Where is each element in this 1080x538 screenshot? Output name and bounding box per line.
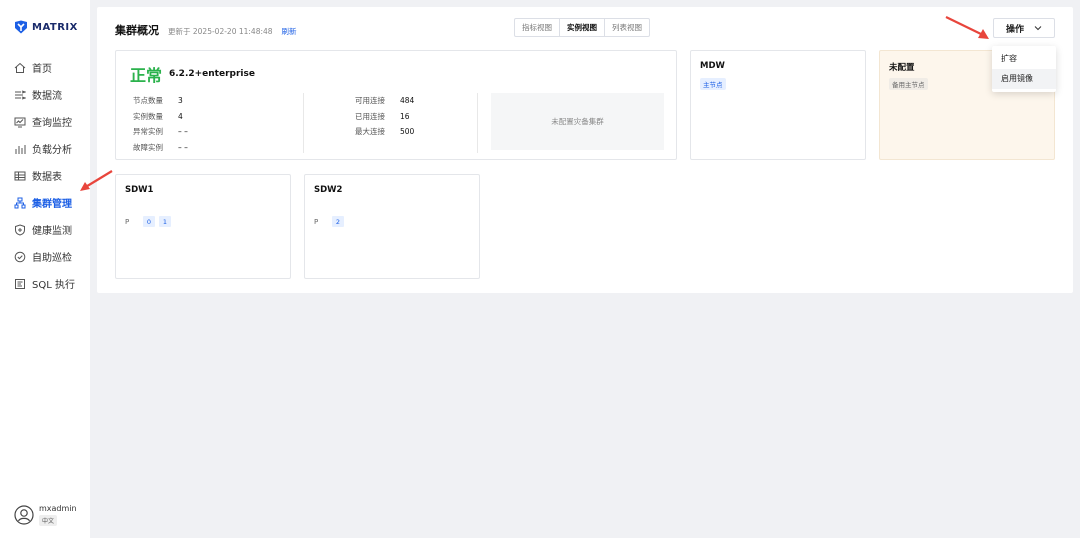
stat-label: 已用连接: [355, 111, 385, 121]
segment-chip[interactable]: 0: [143, 216, 155, 227]
role-badge: 主节点: [700, 78, 726, 90]
node-title: SDW1: [125, 185, 154, 195]
stat-value: 16: [400, 111, 410, 121]
user-profile[interactable]: mxadmin 中文: [14, 504, 77, 526]
menu-item-enable-mirror[interactable]: 启用镜像: [992, 69, 1056, 89]
operations-button-label: 操作: [1005, 24, 1024, 35]
check-circle-icon: [14, 251, 26, 262]
stat-value: – –: [178, 142, 188, 152]
cluster-status: 正常: [130, 66, 163, 85]
stat-row: 异常实例 – –: [133, 124, 188, 140]
stat-label: 节点数量: [133, 96, 163, 106]
sidebar-item-label: 健康监测: [32, 226, 72, 237]
language-switch[interactable]: 中文: [39, 515, 58, 526]
stat-row: 故障实例 – –: [133, 140, 188, 156]
stat-value: 3: [178, 96, 183, 106]
sidebar-item-label: SQL 执行: [32, 280, 75, 291]
sidebar-item-label: 数据流: [32, 91, 62, 102]
segment-role-label: P: [314, 217, 319, 226]
header: 集群概况 更新于 2025-02-20 11:48:48 刷新: [115, 22, 297, 38]
monitor-icon: [14, 117, 26, 127]
sidebar-item-label: 首页: [32, 64, 52, 75]
sidebar-item-load-analysis[interactable]: 负载分析: [0, 135, 90, 162]
segment-role-label: P: [125, 217, 130, 226]
stat-row: 实例数量 4: [133, 109, 188, 125]
stat-label: 可用连接: [355, 96, 385, 106]
node-title: 未配置: [889, 63, 915, 73]
sidebar: MATRIX 首页 数据流 查询监控 负载分析 数据表 集群管理 健康监测 自助…: [0, 0, 90, 538]
connection-stats: 可用连接 484 已用连接 16 最大连接 500: [355, 93, 414, 140]
stat-label: 实例数量: [133, 111, 163, 121]
stat-label: 故障实例: [133, 142, 163, 152]
avatar-icon: [14, 505, 34, 525]
sidebar-nav: 首页 数据流 查询监控 负载分析 数据表 集群管理 健康监测 自助巡检 SQL …: [0, 54, 90, 297]
sidebar-item-label: 自助巡检: [32, 253, 72, 264]
sidebar-item-label: 查询监控: [32, 118, 72, 129]
stat-row: 已用连接 16: [355, 109, 414, 125]
bar-chart-icon: [15, 144, 26, 154]
matrix-logo-icon: [15, 20, 27, 34]
divider: [303, 93, 304, 153]
stat-row: 可用连接 484: [355, 93, 414, 109]
stat-value: 484: [400, 96, 415, 106]
operations-dropdown: 扩容 启用镜像: [992, 46, 1056, 92]
tab-metrics-view[interactable]: 指标视图: [515, 19, 560, 36]
logo-text: MATRIX: [32, 21, 78, 33]
shield-icon: [15, 223, 25, 236]
tab-instance-view[interactable]: 实例视图: [560, 19, 605, 36]
cluster-summary-card: 正常 6.2.2+enterprise 节点数量 3 实例数量 4 异常实例 –…: [115, 50, 677, 160]
node-card-sdw2[interactable]: SDW2 P 2: [304, 174, 480, 279]
sidebar-item-query-monitor[interactable]: 查询监控: [0, 108, 90, 135]
stat-label: 最大连接: [355, 127, 385, 137]
sidebar-item-health-check[interactable]: 健康监测: [0, 216, 90, 243]
node-card-mdw[interactable]: MDW 主节点: [690, 50, 866, 160]
logo[interactable]: MATRIX: [14, 20, 78, 34]
sidebar-item-sql-execute[interactable]: SQL 执行: [0, 270, 90, 297]
sidebar-item-cluster-management[interactable]: 集群管理: [0, 189, 90, 216]
divider: [477, 93, 478, 153]
sidebar-item-label: 集群管理: [32, 199, 72, 210]
node-title: SDW2: [314, 185, 343, 195]
standby-cluster-placeholder: 未配置灾备集群: [491, 93, 664, 150]
menu-item-scale-out[interactable]: 扩容: [992, 49, 1056, 69]
sql-icon: [15, 278, 25, 289]
page-title: 集群概况: [115, 24, 159, 37]
home-icon: [14, 62, 26, 73]
dataflow-icon: [15, 90, 26, 99]
segment-row: P 0 1: [125, 216, 171, 227]
sidebar-item-tables[interactable]: 数据表: [0, 162, 90, 189]
cluster-version: 6.2.2+enterprise: [169, 69, 255, 79]
stat-label: 异常实例: [133, 127, 163, 137]
cluster-icon: [14, 197, 26, 208]
sidebar-item-home[interactable]: 首页: [0, 54, 90, 81]
segment-chip[interactable]: 2: [332, 216, 344, 227]
sidebar-item-label: 负载分析: [32, 145, 72, 156]
instance-stats: 节点数量 3 实例数量 4 异常实例 – – 故障实例 – –: [133, 93, 188, 155]
cluster-overview-panel: 集群概况 更新于 2025-02-20 11:48:48 刷新 指标视图 实例视…: [97, 7, 1073, 293]
node-title: MDW: [700, 61, 725, 71]
sidebar-item-dataflow[interactable]: 数据流: [0, 81, 90, 108]
segment-chip[interactable]: 1: [159, 216, 171, 227]
stat-row: 最大连接 500: [355, 124, 414, 140]
stat-row: 节点数量 3: [133, 93, 188, 109]
sidebar-item-label: 数据表: [32, 172, 62, 183]
refresh-link[interactable]: 刷新: [282, 26, 297, 37]
role-badge: 备用主节点: [889, 78, 928, 90]
last-updated-text: 更新于 2025-02-20 11:48:48: [168, 27, 273, 36]
operations-button[interactable]: 操作: [993, 18, 1055, 38]
tab-list-view[interactable]: 列表视图: [605, 19, 649, 36]
chevron-down-icon: [1034, 26, 1042, 31]
user-name: mxadmin: [39, 504, 77, 513]
node-card-sdw1[interactable]: SDW1 P 0 1: [115, 174, 291, 279]
stat-value: 500: [400, 127, 415, 137]
segment-row: P 2: [314, 216, 344, 227]
view-switch: 指标视图 实例视图 列表视图: [514, 18, 650, 37]
table-icon: [14, 171, 26, 180]
sidebar-item-self-inspection[interactable]: 自助巡检: [0, 243, 90, 270]
stat-value: 4: [178, 111, 183, 121]
stat-value: – –: [178, 127, 188, 137]
